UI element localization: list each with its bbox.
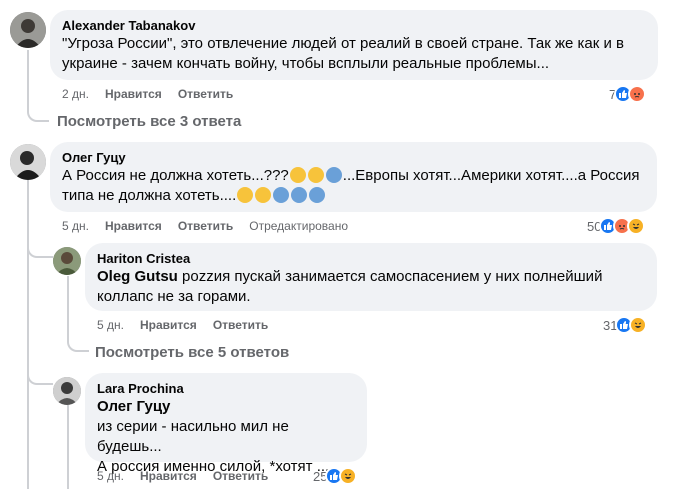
- reply-bubble: Hariton Cristea Oleg Gutsu pozzия пускай…: [85, 243, 657, 311]
- like-button[interactable]: Нравится: [140, 318, 197, 332]
- mention-link[interactable]: Олег Гуцу: [97, 397, 355, 417]
- view-replies-link[interactable]: Посмотреть все 3 ответа: [57, 113, 241, 130]
- laughing-emoji-icon: [255, 187, 272, 203]
- thread-elbow: [27, 365, 53, 385]
- comment-text: А Россия не должна хотеть...??? ...Европы…: [62, 166, 642, 206]
- reply-actions: 5 дн. Нравится Ответить: [97, 468, 268, 484]
- comment-text-part: А Россия не должна хотеть...???: [62, 167, 289, 184]
- avatar[interactable]: [53, 377, 81, 405]
- thread-line: [67, 405, 69, 489]
- haha-reaction-icon: [627, 217, 646, 235]
- reply-text-line: из серии - насильно мил не будешь...: [97, 418, 289, 455]
- comment-bubble: Alexander Tabanakov "Угроза России", это…: [50, 10, 658, 80]
- reply-time[interactable]: 5 дн.: [97, 318, 124, 332]
- reactions-summary[interactable]: 25: [313, 467, 358, 485]
- thread-elbow: [27, 104, 49, 122]
- avatar-photo-icon: [53, 247, 81, 275]
- haha-reaction-icon: [339, 467, 358, 485]
- clown-emoji-icon: [273, 187, 290, 203]
- reply-button[interactable]: Ответить: [178, 87, 233, 101]
- avatar-photo-icon: [10, 144, 46, 180]
- reply-bubble: Lara Prochina Олег Гуцу из серии - насил…: [85, 373, 367, 475]
- angry-reaction-icon: [628, 85, 647, 103]
- like-button[interactable]: Нравится: [140, 469, 197, 483]
- comment-author[interactable]: Alexander Tabanakov: [62, 18, 646, 34]
- reply-button[interactable]: Ответить: [178, 219, 233, 233]
- haha-reaction-icon: [629, 316, 648, 334]
- reactions-summary[interactable]: 31: [603, 316, 648, 334]
- clown-emoji-icon: [291, 187, 308, 203]
- clown-emoji-icon: [325, 167, 342, 183]
- reply-time[interactable]: 5 дн.: [97, 469, 124, 483]
- comment-author[interactable]: Олег Гуцу: [62, 150, 645, 166]
- edited-label[interactable]: Отредактировано: [249, 219, 348, 233]
- reply-author[interactable]: Lara Prochina: [97, 381, 355, 397]
- avatar[interactable]: [10, 12, 46, 48]
- clown-emoji-icon: [309, 187, 326, 203]
- reactions-summary[interactable]: 50: [587, 217, 646, 235]
- comment-actions: 5 дн. Нравится Ответить Отредактировано: [62, 218, 348, 234]
- reply-author[interactable]: Hariton Cristea: [97, 251, 645, 267]
- comment-text: "Угроза России", это отвлечение людей от…: [62, 35, 624, 72]
- thread-line: [67, 276, 69, 336]
- reply-actions: 5 дн. Нравится Ответить: [97, 317, 268, 333]
- thread-line: [27, 178, 29, 489]
- avatar[interactable]: [53, 247, 81, 275]
- avatar[interactable]: [10, 144, 46, 180]
- grinning-emoji-icon: [237, 187, 254, 203]
- laughing-emoji-icon: [307, 167, 324, 183]
- reply-text: Oleg Gutsu pozzия пускай занимается само…: [97, 267, 645, 307]
- comment-bubble: Олег Гуцу А Россия не должна хотеть...??…: [50, 142, 657, 212]
- comment-time[interactable]: 2 дн.: [62, 87, 89, 101]
- avatar-photo-icon: [10, 12, 46, 48]
- like-button[interactable]: Нравится: [105, 87, 162, 101]
- thread-elbow: [67, 330, 89, 352]
- view-replies-link[interactable]: Посмотреть все 5 ответов: [95, 344, 289, 361]
- grinning-emoji-icon: [289, 167, 306, 183]
- like-button[interactable]: Нравится: [105, 219, 162, 233]
- comment-actions: 2 дн. Нравится Ответить: [62, 86, 233, 102]
- avatar-photo-icon: [53, 377, 81, 405]
- thread-line: [27, 50, 29, 110]
- reply-button[interactable]: Ответить: [213, 318, 268, 332]
- comment-time[interactable]: 5 дн.: [62, 219, 89, 233]
- thread-elbow: [27, 240, 53, 258]
- reactions-summary[interactable]: 7: [609, 85, 647, 103]
- mention-link[interactable]: Oleg Gutsu: [97, 268, 178, 285]
- reply-button[interactable]: Ответить: [213, 469, 268, 483]
